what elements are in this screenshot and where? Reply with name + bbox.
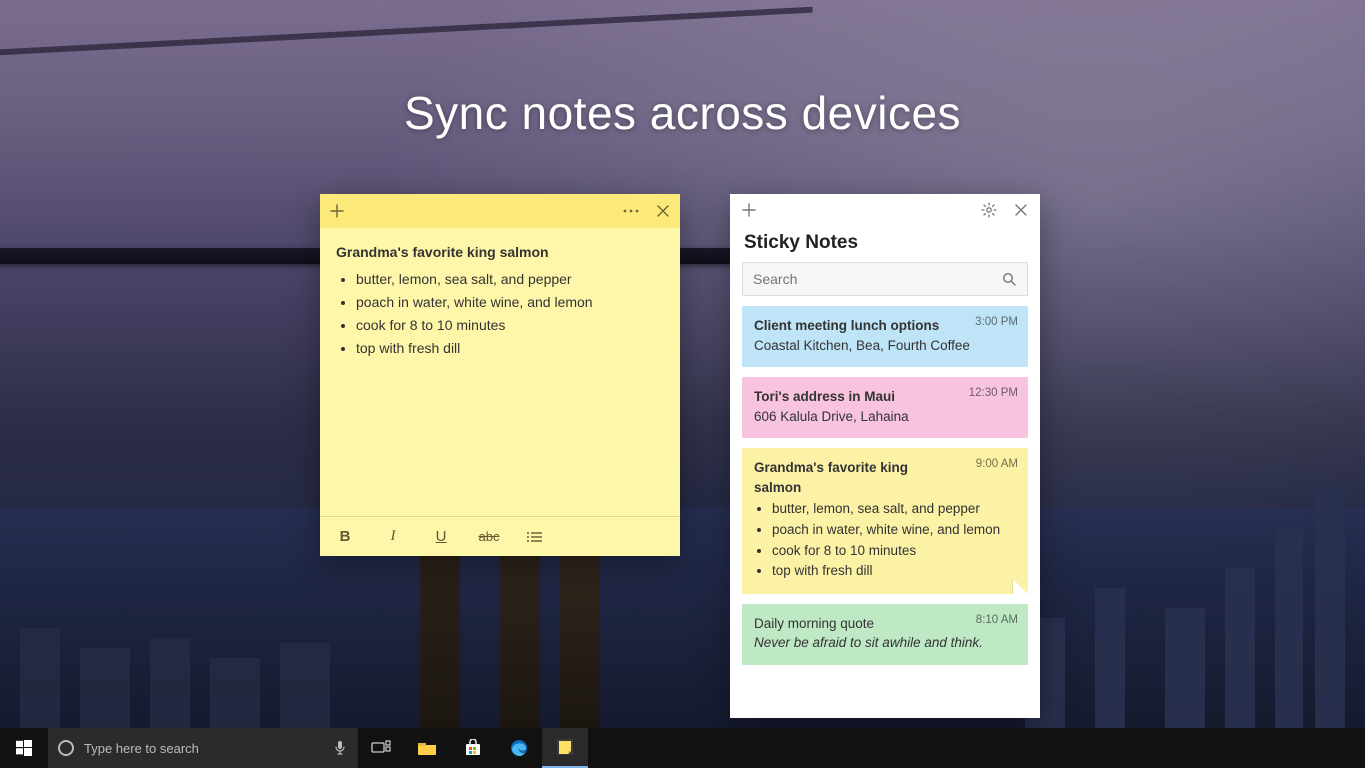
note-list-item[interactable]: cook for 8 to 10 minutes: [356, 315, 664, 336]
note-title[interactable]: Grandma's favorite king salmon: [336, 242, 664, 263]
app-title: Sticky Notes: [730, 226, 1040, 262]
notes-list-window[interactable]: Sticky Notes 3:00 PM Client meeting lunc…: [730, 194, 1040, 718]
italic-button[interactable]: I: [382, 528, 404, 545]
note-list-item[interactable]: butter, lemon, sea salt, and pepper: [356, 269, 664, 290]
note-list[interactable]: butter, lemon, sea salt, and pepper poac…: [336, 269, 664, 359]
note-card[interactable]: 12:30 PM Tori's address in Maui 606 Kalu…: [742, 377, 1028, 438]
strikethrough-button[interactable]: abc: [478, 529, 500, 544]
note-card-list: butter, lemon, sea salt, and pepper poac…: [754, 499, 1016, 580]
new-note-button[interactable]: [328, 202, 346, 220]
note-card[interactable]: 3:00 PM Client meeting lunch options Coa…: [742, 306, 1028, 367]
note-card-list-item: cook for 8 to 10 minutes: [772, 541, 1016, 561]
note-list-item[interactable]: poach in water, white wine, and lemon: [356, 292, 664, 313]
note-time: 12:30 PM: [969, 385, 1018, 402]
note-time: 9:00 AM: [976, 456, 1018, 473]
note-card-list-item: top with fresh dill: [772, 561, 1016, 581]
note-card[interactable]: 9:00 AM Grandma's favorite king salmon b…: [742, 448, 1028, 593]
start-button[interactable]: [0, 728, 48, 768]
cortana-icon: [58, 740, 74, 756]
notes-list-titlebar[interactable]: [730, 194, 1040, 226]
sticky-notes-app[interactable]: [542, 728, 588, 768]
taskbar-search[interactable]: Type here to search: [48, 728, 358, 768]
more-options-button[interactable]: [622, 202, 640, 220]
search-input[interactable]: [753, 271, 1002, 287]
note-list-item[interactable]: top with fresh dill: [356, 338, 664, 359]
note-card[interactable]: 8:10 AM Daily morning quote Never be afr…: [742, 604, 1028, 665]
search-box[interactable]: [742, 262, 1028, 296]
task-view-button[interactable]: [358, 728, 404, 768]
page-fold-icon: [1012, 578, 1028, 594]
headline-text: Sync notes across devices: [0, 86, 1365, 140]
close-window-button[interactable]: [1012, 201, 1030, 219]
note-card-subtitle: Never be afraid to sit awhile and think.: [754, 633, 1016, 653]
file-explorer-app[interactable]: [404, 728, 450, 768]
settings-button[interactable]: [980, 201, 998, 219]
note-time: 3:00 PM: [975, 314, 1018, 331]
microsoft-store-app[interactable]: [450, 728, 496, 768]
note-format-toolbar: B I U abc: [320, 516, 680, 556]
note-card-list-item: butter, lemon, sea salt, and pepper: [772, 499, 1016, 519]
close-note-button[interactable]: [654, 202, 672, 220]
note-card-list-item: poach in water, white wine, and lemon: [772, 520, 1016, 540]
search-icon: [1002, 272, 1017, 287]
taskbar[interactable]: Type here to search: [0, 728, 1365, 768]
new-note-button[interactable]: [740, 201, 758, 219]
note-body[interactable]: Grandma's favorite king salmon butter, l…: [320, 228, 680, 516]
note-editor-window[interactable]: Grandma's favorite king salmon butter, l…: [320, 194, 680, 556]
edge-browser-app[interactable]: [496, 728, 542, 768]
note-time: 8:10 AM: [976, 612, 1018, 629]
note-titlebar[interactable]: [320, 194, 680, 228]
notes-card-list[interactable]: 3:00 PM Client meeting lunch options Coa…: [730, 306, 1040, 718]
desktop: Sync notes across devices Grandma's favo…: [0, 0, 1365, 768]
underline-button[interactable]: U: [430, 528, 452, 545]
bold-button[interactable]: B: [334, 528, 356, 545]
bullet-list-button[interactable]: [526, 531, 548, 543]
wallpaper-skyline-left: [0, 548, 420, 728]
taskbar-search-placeholder: Type here to search: [84, 741, 324, 756]
note-card-subtitle: Coastal Kitchen, Bea, Fourth Coffee: [754, 336, 1016, 356]
microphone-icon[interactable]: [334, 740, 348, 756]
note-card-subtitle: 606 Kalula Drive, Lahaina: [754, 407, 1016, 427]
